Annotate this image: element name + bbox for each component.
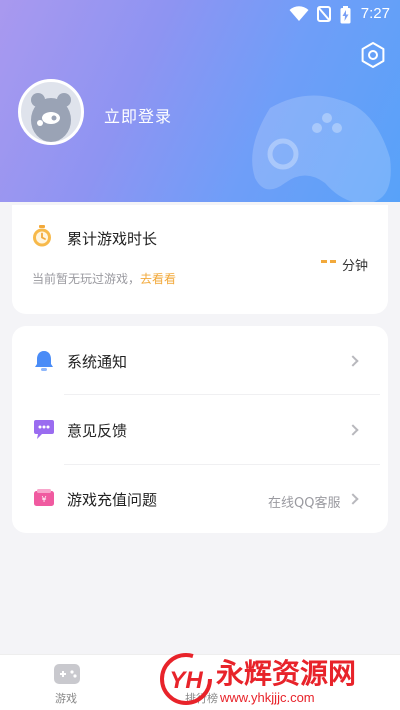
status-bar: 7:27 [0, 0, 400, 30]
wifi-icon [289, 6, 309, 21]
bell-icon [35, 351, 53, 371]
settings-icon[interactable] [359, 41, 387, 69]
profile-header: 7:27 立即登录 [0, 0, 400, 202]
status-time: 7:27 [360, 5, 390, 22]
empty-text: 当前暂无玩过游戏， [32, 272, 141, 286]
wallet-icon: ¥ [34, 489, 54, 506]
qq-service-label[interactable]: 在线QQ客服 [268, 492, 340, 511]
svg-text:YH: YH [169, 667, 203, 694]
stopwatch-icon [33, 225, 51, 247]
yh-logo: YH [160, 653, 212, 705]
play-time-empty-text: 当前暂无玩过游戏，去看看 [32, 270, 176, 287]
gamepad-icon [54, 664, 80, 684]
gamepad-decoration-icon [252, 95, 391, 202]
play-time-unit: 分钟 [342, 259, 369, 274]
tab-games[interactable]: 游戏 [40, 655, 94, 710]
tab-label: 游戏 [55, 692, 77, 705]
menu-item-notifications[interactable]: 系统通知 [12, 326, 388, 394]
bear-avatar-icon [31, 93, 71, 142]
chevron-right-icon [347, 493, 359, 505]
login-link[interactable]: 立即登录 [104, 103, 172, 127]
menu-item-feedback[interactable]: 意见反馈 [12, 395, 388, 464]
chevron-right-icon [347, 424, 359, 436]
play-time-title: 累计游戏时长 [67, 230, 158, 248]
avatar[interactable] [18, 79, 84, 145]
chat-bubble-icon [34, 420, 54, 439]
menu-item-recharge-issue[interactable]: ¥ 游戏充值问题 在线QQ客服 [12, 465, 388, 533]
watermark-title: 永辉资源网 [216, 657, 357, 690]
menu-item-label: 系统通知 [67, 353, 128, 371]
no-signal-icon [317, 6, 331, 22]
svg-text:¥: ¥ [41, 495, 46, 504]
menu-card: 系统通知 意见反馈 ¥ 游戏充值问题 在线QQ客服 [12, 326, 388, 533]
menu-item-label: 游戏充值问题 [67, 491, 158, 509]
watermark: YH 永辉资源网 www.yhkjjjc.com [160, 652, 390, 710]
watermark-url: www.yhkjjjc.com [220, 690, 315, 705]
battery-charging-icon [340, 6, 351, 24]
browse-games-link[interactable]: 去看看 [140, 272, 176, 286]
menu-item-label: 意见反馈 [67, 422, 128, 440]
play-time-value-placeholder [321, 260, 337, 263]
chevron-right-icon [347, 355, 359, 367]
